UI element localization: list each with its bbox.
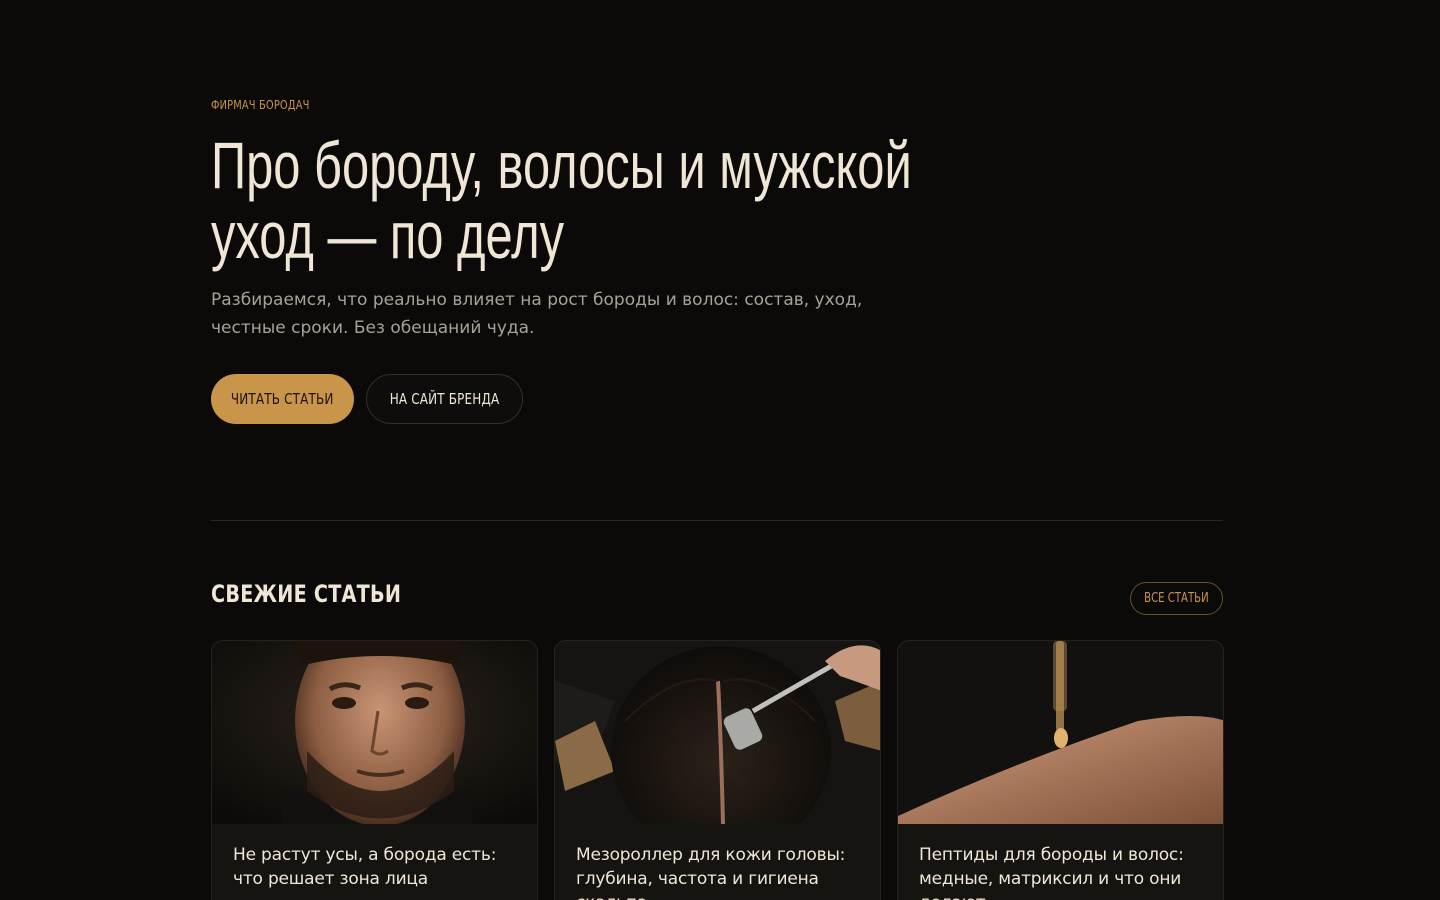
brand-site-button-label: НА САЙТ БРЕНДА <box>389 390 500 408</box>
all-articles-button[interactable]: ВСЕ СТАТЬИ <box>1130 582 1223 615</box>
section-title: СВЕЖИЕ СТАТЬИ <box>211 580 402 608</box>
all-articles-button-label: ВСЕ СТАТЬИ <box>1144 591 1209 606</box>
read-articles-button[interactable]: ЧИТАТЬ СТАТЬИ <box>211 374 354 424</box>
hero-subtitle: Разбираемся, что реально влияет на рост … <box>211 286 911 342</box>
article-card[interactable]: Мезороллер для кожи головы: глубина, час… <box>554 640 881 900</box>
article-title[interactable]: Пептиды для бороды и волос: медные, матр… <box>919 843 1209 900</box>
page: ФИРМАЧ БОРОДАЧ Про бороду, волосы и мужс… <box>0 0 1440 900</box>
article-title[interactable]: Мезороллер для кожи головы: глубина, час… <box>576 843 866 900</box>
hero-title-line-2: уход — по делу <box>211 198 565 272</box>
article-card[interactable]: Не растут усы, а борода есть: что решает… <box>211 640 538 900</box>
hero-subtitle-line-1: Разбираемся, что реально влияет на рост … <box>211 290 863 310</box>
hero-subtitle-line-2: честные сроки. Без обещаний чуда. <box>211 318 535 338</box>
section-divider <box>211 520 1223 521</box>
brand-label[interactable]: ФИРМАЧ БОРОДАЧ <box>211 98 310 112</box>
article-card[interactable]: Пептиды для бороды и волос: медные, матр… <box>897 640 1224 900</box>
dermaroller-on-scalp-image[interactable] <box>555 641 880 824</box>
article-title[interactable]: Не растут усы, а борода есть: что решает… <box>233 843 523 891</box>
hero-title-line-1: Про бороду, волосы и мужской <box>211 128 912 202</box>
bearded-man-portrait-image[interactable] <box>212 641 537 824</box>
hero-title: Про бороду, волосы и мужской уход — по д… <box>211 130 951 270</box>
brand-site-button[interactable]: НА САЙТ БРЕНДА <box>366 374 523 424</box>
serum-dropper-on-skin-image[interactable] <box>898 641 1223 824</box>
read-articles-button-label: ЧИТАТЬ СТАТЬИ <box>231 390 334 408</box>
articles-grid: Не растут усы, а борода есть: что решает… <box>211 640 1224 900</box>
